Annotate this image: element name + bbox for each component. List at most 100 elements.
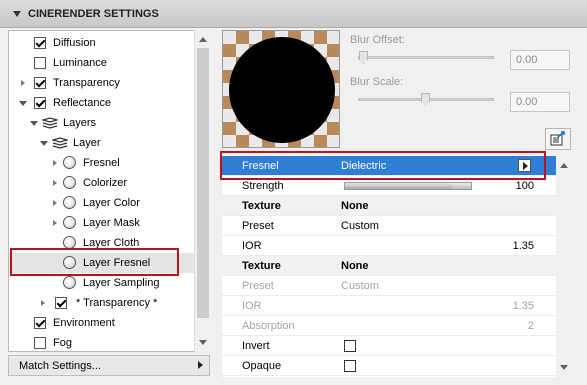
scroll-up-icon[interactable] (560, 163, 568, 168)
prop-value: Custom (341, 280, 379, 292)
prop-value[interactable]: None (341, 256, 369, 276)
blur-offset-slider[interactable] (358, 56, 494, 59)
chevron-down-icon[interactable] (19, 101, 27, 106)
prop-row-absorption-disabled: Absorption 2 (222, 316, 556, 336)
fog-checkbox[interactable] (34, 337, 46, 349)
prop-key: Opaque (242, 360, 282, 372)
tree-item-transparency-layer[interactable]: * Transparency * (9, 293, 195, 313)
blur-offset-label: Blur Offset: (350, 34, 405, 46)
prop-row-texture[interactable]: Texture None (222, 256, 556, 276)
shader-sphere-icon (63, 156, 76, 169)
chevron-right-icon[interactable] (53, 160, 57, 166)
invert-checkbox[interactable] (344, 340, 356, 352)
tree-item-label: Layer Color (83, 197, 140, 209)
tree-item-label: Layer Mask (83, 217, 140, 229)
callout-highlight-layer-fresnel (10, 248, 179, 276)
match-settings-button[interactable]: Match Settings... (8, 355, 210, 376)
chevron-right-icon[interactable] (21, 80, 25, 86)
tree-item-label: Diffusion (53, 37, 96, 49)
tree-item-diffusion[interactable]: Diffusion (9, 33, 195, 53)
tree-item-layers[interactable]: Layers (9, 113, 195, 133)
tree-item-layer-color[interactable]: Layer Color (9, 193, 195, 213)
prop-value[interactable]: None (341, 196, 369, 216)
tree-item-label: Colorizer (83, 177, 128, 189)
tree-item-luminance[interactable]: Luminance (9, 53, 195, 73)
export-button[interactable] (545, 128, 571, 150)
tree-item-layer-mask[interactable]: Layer Mask (9, 213, 195, 233)
tree-item-layer-sampling[interactable]: Layer Sampling (9, 273, 195, 293)
preview-sphere (229, 37, 335, 143)
tree-item-label: Fog (53, 337, 72, 349)
callout-highlight-fresnel-row (220, 151, 546, 180)
tree-item-label: Environment (53, 317, 115, 329)
transparency-layer-checkbox[interactable] (55, 297, 67, 309)
prop-key: Invert (242, 340, 270, 352)
collapse-arrow-icon[interactable] (13, 11, 21, 17)
property-grid-scrollbar[interactable] (556, 156, 572, 377)
tree-item-label: Layer (73, 137, 101, 149)
blur-offset-slider-handle[interactable] (359, 51, 368, 64)
scroll-thumb[interactable] (197, 48, 209, 318)
scroll-down-icon[interactable] (560, 365, 568, 370)
tree-item-label: * Transparency * (76, 297, 158, 309)
chevron-right-icon[interactable] (41, 300, 45, 306)
chevron-right-icon[interactable] (53, 200, 57, 206)
scroll-down-icon[interactable] (199, 340, 207, 345)
shader-sphere-icon (63, 276, 76, 289)
prop-key: IOR (242, 240, 262, 252)
tree-scrollbar[interactable] (194, 30, 210, 352)
tree-item-layer[interactable]: Layer (9, 133, 195, 153)
tree-item-transparency[interactable]: Transparency (9, 73, 195, 93)
diffusion-checkbox[interactable] (34, 37, 46, 49)
blur-scale-slider-handle[interactable] (421, 93, 430, 106)
tree-item-fog[interactable]: Fog (9, 333, 195, 351)
prop-row-texture[interactable]: Texture None (222, 196, 556, 216)
prop-row-ior-disabled: IOR 1.35 (222, 296, 556, 316)
luminance-checkbox[interactable] (34, 57, 46, 69)
chevron-right-icon[interactable] (53, 180, 57, 186)
prop-key: Preset (242, 280, 274, 292)
prop-row-invert[interactable]: Invert (222, 336, 556, 356)
environment-checkbox[interactable] (34, 317, 46, 329)
export-icon (550, 131, 565, 146)
play-arrow-icon (198, 361, 203, 369)
shader-sphere-icon (63, 216, 76, 229)
prop-key: Absorption (242, 320, 295, 332)
prop-row-ior[interactable]: IOR 1.35 (222, 236, 556, 256)
prop-key: Texture (242, 260, 281, 272)
prop-row-preset[interactable]: Preset Custom (222, 216, 556, 236)
shader-sphere-icon (63, 196, 76, 209)
tree-item-reflectance[interactable]: Reflectance (9, 93, 195, 113)
tree-item-label: Transparency (53, 77, 120, 89)
match-settings-label: Match Settings... (19, 360, 101, 372)
transparency-checkbox[interactable] (34, 77, 46, 89)
tree-item-fresnel[interactable]: Fresnel (9, 153, 195, 173)
blur-scale-label: Blur Scale: (350, 76, 404, 88)
tree-item-label: Layers (63, 117, 97, 129)
prop-row-opaque[interactable]: Opaque (222, 356, 556, 376)
prop-value[interactable]: Custom (341, 216, 379, 236)
scroll-up-icon[interactable] (199, 37, 207, 42)
panel-header[interactable]: CINERENDER SETTINGS (0, 0, 587, 28)
prop-key: Preset (242, 220, 274, 232)
prop-row-preset-disabled: Preset Custom (222, 276, 556, 296)
chevron-down-icon[interactable] (40, 141, 48, 146)
reflectance-checkbox[interactable] (34, 97, 46, 109)
chevron-right-icon[interactable] (53, 220, 57, 226)
shader-sphere-icon (63, 176, 76, 189)
blur-offset-input[interactable]: 0.00 (510, 50, 570, 70)
tree-item-label: Layer Sampling (83, 277, 160, 289)
tree-item-colorizer[interactable]: Colorizer (9, 173, 195, 193)
prop-value: 1.35 (512, 300, 534, 312)
tree-item-label: Reflectance (53, 97, 112, 109)
prop-key: Texture (242, 200, 281, 212)
tree-item-label: Fresnel (83, 157, 120, 169)
strength-slider[interactable] (344, 182, 472, 190)
material-preview[interactable] (222, 30, 340, 148)
blur-scale-input[interactable]: 0.00 (510, 92, 570, 112)
prop-value[interactable]: 1.35 (513, 236, 534, 256)
opaque-checkbox[interactable] (344, 360, 356, 372)
tree-item-environment[interactable]: Environment (9, 313, 195, 333)
layers-icon (42, 117, 58, 129)
chevron-down-icon[interactable] (30, 121, 38, 126)
